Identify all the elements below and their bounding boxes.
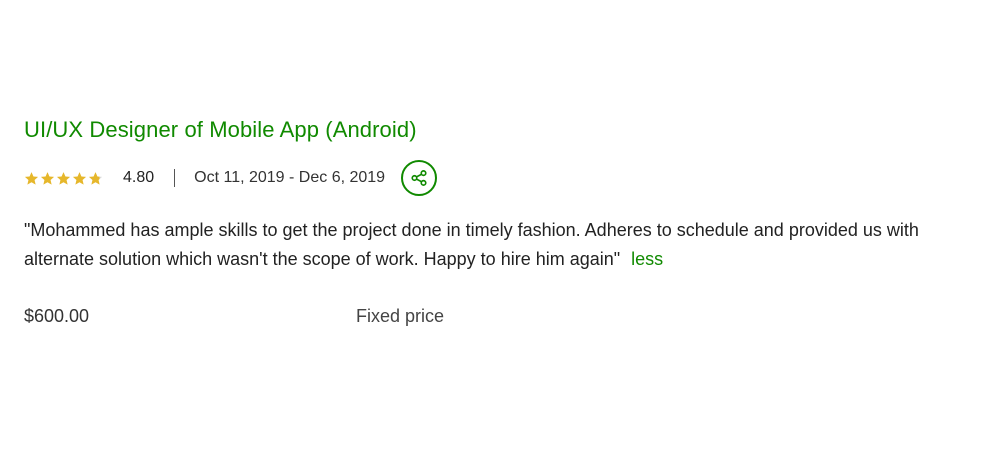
client-feedback: "Mohammed has ample skills to get the pr… — [24, 216, 984, 274]
rating-stars — [24, 171, 103, 186]
job-price: $600.00 — [24, 306, 90, 326]
star-icon — [56, 171, 71, 186]
star-icon — [40, 171, 55, 186]
contract-date-range: Oct 11, 2019 - Dec 6, 2019 — [194, 169, 386, 186]
share-button[interactable] — [401, 160, 438, 196]
work-history-card: UI/UX Designer of Mobile App (Android) 4… — [24, 114, 984, 328]
star-icon — [24, 171, 39, 186]
star-icon — [88, 171, 103, 186]
job-meta-row: 4.80 Oct 11, 2019 - Dec 6, 2019 — [24, 158, 984, 198]
meta-divider — [174, 169, 176, 187]
job-title-link[interactable]: UI/UX Designer of Mobile App (Android) — [24, 114, 417, 146]
less-link[interactable]: less — [631, 249, 663, 269]
star-icon — [72, 171, 87, 186]
share-icon — [411, 170, 427, 186]
rating-value: 4.80 — [123, 169, 155, 186]
job-price-type: Fixed price — [356, 306, 445, 326]
feedback-text: "Mohammed has ample skills to get the pr… — [24, 220, 919, 269]
price-row: $600.00 Fixed price — [24, 304, 984, 328]
